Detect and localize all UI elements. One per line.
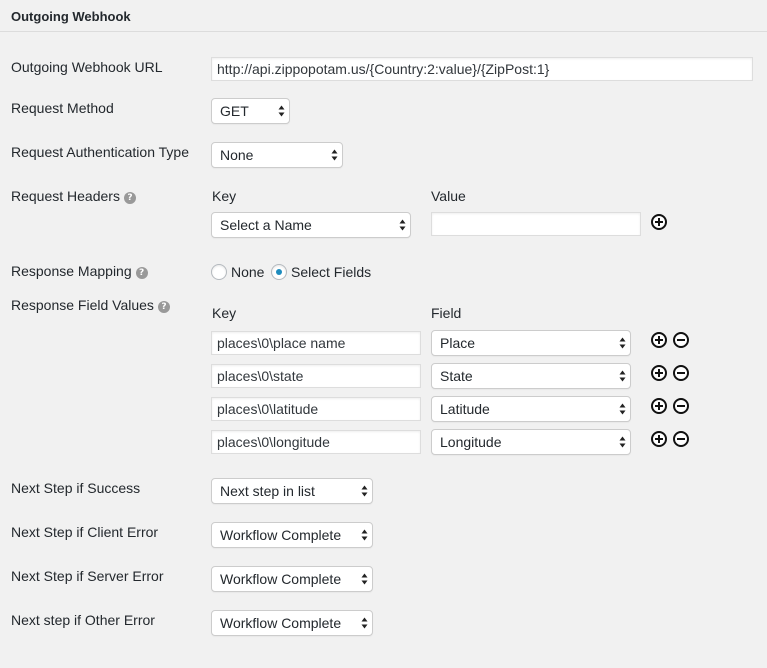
add-row-plus-circle-icon[interactable] xyxy=(651,431,667,447)
remove-row-minus-circle-icon[interactable] xyxy=(673,332,689,348)
next-step-server-error-label: Next Step if Server Error xyxy=(11,568,164,584)
headers-value-heading: Value xyxy=(431,188,466,204)
remove-row-minus-circle-icon[interactable] xyxy=(673,398,689,414)
up-down-arrows-icon xyxy=(331,149,338,161)
next-step-client-error-select[interactable]: Workflow Complete xyxy=(211,522,373,548)
up-down-arrows-icon xyxy=(361,485,368,497)
field-select-value: Latitude xyxy=(440,401,490,417)
field-select[interactable]: Longitude xyxy=(431,429,631,455)
field-key-input[interactable]: places\0\latitude xyxy=(211,397,421,421)
headers-key-heading: Key xyxy=(212,188,237,204)
up-down-arrows-icon xyxy=(619,370,626,382)
mapping-select-fields-radio[interactable] xyxy=(271,264,287,280)
next-step-success-select[interactable]: Next step in list xyxy=(211,478,373,504)
question-circle-icon[interactable]: ? xyxy=(123,192,136,204)
next-step-success-label: Next Step if Success xyxy=(11,480,141,496)
field-values-field-heading: Field xyxy=(431,305,462,321)
up-down-arrows-icon xyxy=(399,219,406,231)
remove-row-minus-circle-icon[interactable] xyxy=(673,365,689,381)
next-step-server-error-select[interactable]: Workflow Complete xyxy=(211,566,373,592)
next-step-client-error-label: Next Step if Client Error xyxy=(11,524,159,540)
header-value-input[interactable] xyxy=(431,212,641,236)
add-row-plus-circle-icon[interactable] xyxy=(651,365,667,381)
field-select-value: Place xyxy=(440,335,476,351)
next-step-success-value: Next step in list xyxy=(220,483,315,499)
response-field-values-label: Response Field Values? xyxy=(11,297,170,313)
next-step-other-error-value: Workflow Complete xyxy=(220,615,342,631)
field-select-value: Longitude xyxy=(440,434,502,450)
webhook-url-input[interactable]: http://api.zippopotam.us/{Country:2:valu… xyxy=(211,57,753,81)
next-step-server-error-value: Workflow Complete xyxy=(220,571,342,587)
field-select[interactable]: State xyxy=(431,363,631,389)
header-name-value: Select a Name xyxy=(220,217,312,233)
field-select[interactable]: Place xyxy=(431,330,631,356)
request-headers-label-text: Request Headers xyxy=(11,188,120,204)
field-select[interactable]: Latitude xyxy=(431,396,631,422)
field-key-input[interactable]: places\0\state xyxy=(211,364,421,388)
field-key-input[interactable]: places\0\place name xyxy=(211,331,421,355)
next-step-other-error-label: Next step if Other Error xyxy=(11,612,155,628)
up-down-arrows-icon xyxy=(619,337,626,349)
request-headers-label: Request Headers? xyxy=(11,188,136,204)
response-field-values-label-text: Response Field Values xyxy=(11,297,154,313)
panel-header: Outgoing Webhook xyxy=(0,0,767,32)
add-row-plus-circle-icon[interactable] xyxy=(651,332,667,348)
mapping-none-label[interactable]: None xyxy=(231,264,264,280)
question-circle-icon[interactable]: ? xyxy=(135,267,148,279)
mapping-select-fields-label[interactable]: Select Fields xyxy=(291,264,371,280)
field-key-input[interactable]: places\0\longitude xyxy=(211,430,421,454)
auth-type-value: None xyxy=(220,147,254,163)
response-mapping-label-text: Response Mapping xyxy=(11,263,132,279)
auth-type-label: Request Authentication Type xyxy=(11,144,189,160)
request-method-value: GET xyxy=(220,103,249,119)
add-row-plus-circle-icon[interactable] xyxy=(651,398,667,414)
add-header-plus-circle-icon[interactable] xyxy=(651,214,667,230)
mapping-none-radio[interactable] xyxy=(211,264,227,280)
auth-type-select[interactable]: None xyxy=(211,142,343,168)
header-name-select[interactable]: Select a Name xyxy=(211,212,411,238)
up-down-arrows-icon xyxy=(361,617,368,629)
remove-row-minus-circle-icon[interactable] xyxy=(673,431,689,447)
up-down-arrows-icon xyxy=(361,529,368,541)
field-values-key-heading: Key xyxy=(212,305,237,321)
panel-title: Outgoing Webhook xyxy=(11,9,131,24)
next-step-client-error-value: Workflow Complete xyxy=(220,527,342,543)
url-label: Outgoing Webhook URL xyxy=(11,59,163,75)
request-method-label: Request Method xyxy=(11,100,114,116)
up-down-arrows-icon xyxy=(619,436,626,448)
request-method-select[interactable]: GET xyxy=(211,98,290,124)
response-mapping-label: Response Mapping? xyxy=(11,263,148,279)
question-circle-icon[interactable]: ? xyxy=(157,301,170,313)
next-step-other-error-select[interactable]: Workflow Complete xyxy=(211,610,373,636)
up-down-arrows-icon xyxy=(278,105,285,117)
up-down-arrows-icon xyxy=(361,573,368,585)
up-down-arrows-icon xyxy=(619,403,626,415)
field-select-value: State xyxy=(440,368,473,384)
